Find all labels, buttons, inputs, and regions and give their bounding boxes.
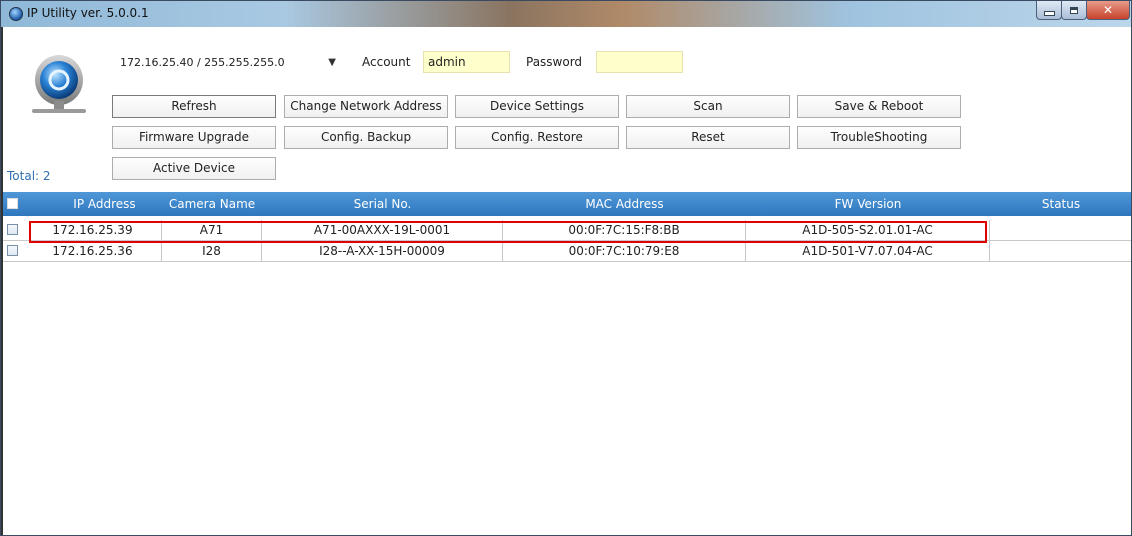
maximize-icon <box>1070 6 1078 14</box>
cell-serial-no: I28--A-XX-15H-00009 <box>262 241 503 261</box>
config-backup-button[interactable]: Config. Backup <box>284 126 448 149</box>
column-header-fw-version[interactable]: FW Version <box>746 192 990 216</box>
account-label: Account <box>362 55 411 69</box>
app-window: IP Utility ver. 5.0.0.1 ✕ 172.16.25.40 /… <box>0 0 1132 536</box>
table-row[interactable]: 172.16.25.36 I28 I28--A-XX-15H-00009 00:… <box>2 241 1131 262</box>
cell-status <box>990 241 1131 261</box>
config-restore-button[interactable]: Config. Restore <box>455 126 619 149</box>
cell-status <box>990 220 1131 240</box>
active-device-button[interactable]: Active Device <box>112 157 276 180</box>
change-network-address-button[interactable]: Change Network Address <box>284 95 448 118</box>
close-button[interactable]: ✕ <box>1086 1 1130 20</box>
cell-mac-address: 00:0F:7C:10:79:E8 <box>503 241 746 261</box>
toolbar: 172.16.25.40 / 255.255.255.0 ▼ Account a… <box>2 27 1131 191</box>
row-highlight-box <box>29 221 987 243</box>
close-icon: ✕ <box>1102 3 1114 17</box>
column-header-ip-address[interactable]: IP Address <box>47 192 162 216</box>
minimize-button[interactable] <box>1036 1 1062 20</box>
reset-button[interactable]: Reset <box>626 126 790 149</box>
password-label: Password <box>526 55 583 69</box>
column-header-serial-no[interactable]: Serial No. <box>262 192 503 216</box>
firmware-upgrade-button[interactable]: Firmware Upgrade <box>112 126 276 149</box>
password-input[interactable] <box>596 51 683 73</box>
title-bar[interactable]: IP Utility ver. 5.0.0.1 ✕ <box>1 1 1131 27</box>
column-header-status[interactable]: Status <box>990 192 1131 216</box>
cell-fw-version: A1D-501-V7.07.04-AC <box>746 241 990 261</box>
app-icon <box>9 7 23 21</box>
minimize-icon <box>1043 10 1055 16</box>
refresh-button[interactable]: Refresh <box>112 95 276 118</box>
cell-ip-address: 172.16.25.36 <box>24 241 162 261</box>
table-header: IP Address Camera Name Serial No. MAC Ad… <box>2 192 1131 216</box>
device-table: IP Address Camera Name Serial No. MAC Ad… <box>2 192 1131 535</box>
troubleshooting-button[interactable]: TroubleShooting <box>797 126 961 149</box>
device-total-count: Total: 2 <box>7 169 51 183</box>
account-input[interactable]: admin <box>423 51 510 73</box>
network-interface-value: 172.16.25.40 / 255.255.255.0 <box>120 56 285 69</box>
row-checkbox[interactable] <box>7 245 18 256</box>
window-title: IP Utility ver. 5.0.0.1 <box>27 6 149 20</box>
select-all-checkbox[interactable] <box>7 198 18 209</box>
network-camera-logo-icon <box>32 55 86 113</box>
save-reboot-button[interactable]: Save & Reboot <box>797 95 961 118</box>
window-left-edge <box>1 27 3 535</box>
column-header-camera-name[interactable]: Camera Name <box>162 192 262 216</box>
column-header-mac-address[interactable]: MAC Address <box>503 192 746 216</box>
device-settings-button[interactable]: Device Settings <box>455 95 619 118</box>
scan-button[interactable]: Scan <box>626 95 790 118</box>
row-checkbox[interactable] <box>7 224 18 235</box>
network-interface-select[interactable]: 172.16.25.40 / 255.255.255.0 ▼ <box>113 51 345 73</box>
cell-camera-name: I28 <box>162 241 262 261</box>
maximize-button[interactable] <box>1061 1 1087 20</box>
chevron-down-icon: ▼ <box>328 57 336 68</box>
